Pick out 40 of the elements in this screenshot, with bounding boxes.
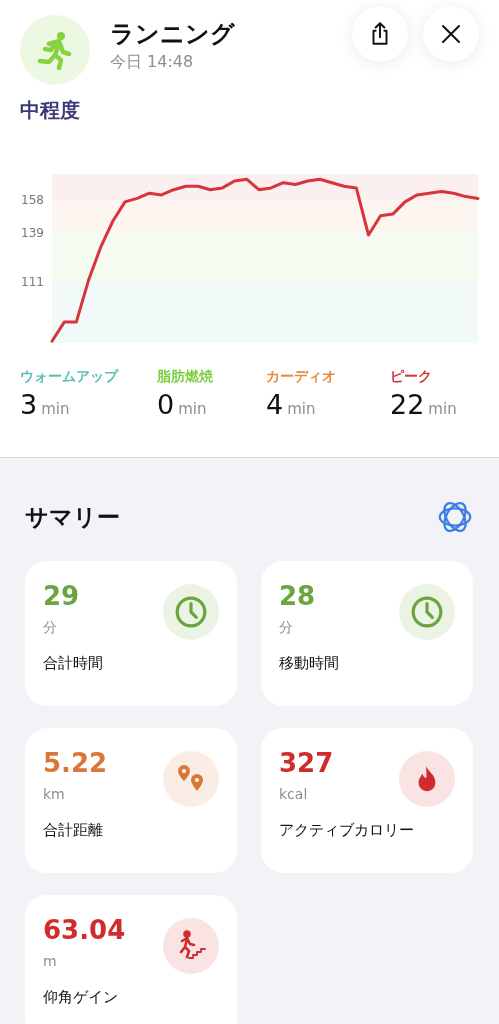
zone-unit: min (287, 400, 316, 418)
zone-minutes: 0 (157, 389, 175, 420)
clock-icon (399, 584, 455, 640)
zone-minutes: 22 (390, 389, 425, 420)
section-title: サマリー (25, 502, 120, 532)
zone-label: ウォームアップ (20, 368, 120, 386)
close-icon (439, 22, 463, 46)
zone-label: 脂肪燃焼 (157, 368, 214, 386)
metric-unit: 分 (43, 619, 58, 637)
zone-label: ピーク (390, 368, 433, 386)
metric-unit: 分 (279, 619, 294, 637)
axis-tick-label: 111 (21, 275, 44, 289)
zone-minutes: 3 (20, 389, 38, 420)
metric-label: アクティブカロリー (279, 821, 415, 840)
axis-tick-label: 139 (21, 226, 44, 241)
flame-icon (399, 751, 455, 807)
metric-unit: m (43, 953, 58, 969)
workout-title: ランニング (110, 18, 236, 50)
zone-label: カーディオ (266, 368, 337, 386)
clock-icon (163, 584, 219, 640)
intensity-label: 中程度 (19, 97, 81, 124)
metric-value: 63.04 (43, 915, 127, 945)
metric-unit: km (43, 786, 66, 802)
zone-unit: min (178, 400, 207, 418)
zone-unit: min (428, 400, 457, 418)
metric-value: 5.22 (43, 748, 109, 778)
zone-minutes: 4 (266, 389, 284, 420)
map-pins-icon (163, 751, 219, 807)
metric-label: 仰角ゲイン (43, 988, 119, 1007)
axis-tick-label: 158 (21, 193, 44, 208)
metric-label: 合計時間 (43, 654, 104, 673)
stair-climber-icon (163, 918, 219, 974)
metric-value: 28 (279, 581, 317, 611)
metric-label: 合計距離 (43, 821, 104, 840)
workout-time: 今日 14:48 (110, 51, 195, 73)
metric-label: 移動時間 (279, 654, 340, 673)
metric-unit: kcal (279, 786, 309, 802)
zone-unit: min (41, 400, 70, 418)
metric-value: 29 (43, 581, 81, 611)
metric-value: 327 (279, 748, 335, 778)
